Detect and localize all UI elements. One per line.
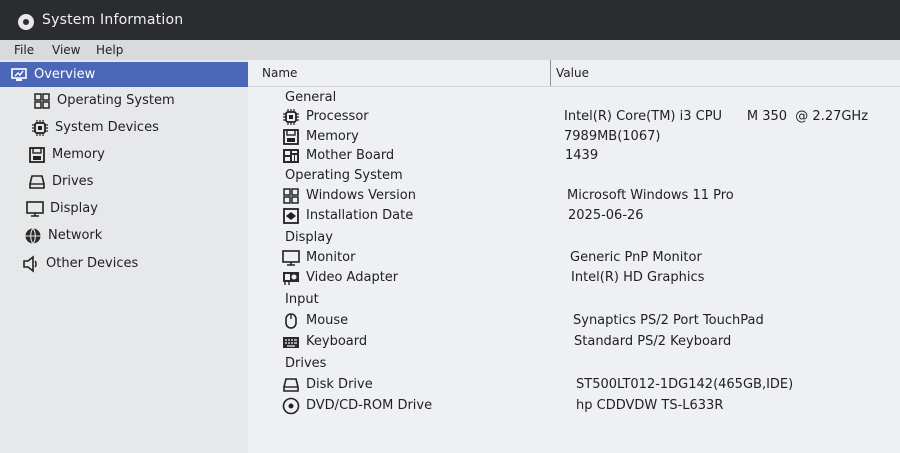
disk-drive-icon [282, 376, 300, 394]
group-label: Operating System [285, 168, 403, 183]
row-value: 1439 [565, 148, 599, 163]
window-title: System Information [42, 12, 184, 28]
sidebar-item-memory[interactable]: Memory [0, 142, 248, 167]
column-header-name[interactable]: Name [262, 66, 297, 80]
sidebar-item-overview[interactable]: Overview [0, 62, 248, 87]
row-value: Standard PS/2 Keyboard [574, 334, 732, 349]
sidebar-item-system-devices[interactable]: System Devices [0, 115, 248, 140]
row-value: 2025-06-26 [568, 208, 644, 223]
monitor-icon [282, 249, 300, 267]
group-header: Drives [248, 354, 900, 374]
row-value: ST500LT012-1DG142(465GB,IDE) [576, 377, 794, 392]
group-label: General [285, 90, 337, 105]
globe-icon [24, 227, 42, 245]
row-value: Microsoft Windows 11 Pro [567, 188, 734, 203]
group-header: Input [248, 290, 900, 310]
installer-icon [282, 207, 300, 225]
sidebar-item-label: Operating System [57, 93, 175, 108]
menu-view[interactable]: View [52, 43, 80, 57]
drive-icon [28, 173, 46, 191]
menu-bar: File View Help [0, 40, 900, 60]
row-label: Keyboard [306, 334, 368, 349]
row-label: Installation Date [306, 208, 414, 223]
sidebar-item-label: Display [50, 201, 98, 216]
table-row[interactable]: Monitor Generic PnP Monitor [248, 248, 900, 268]
row-value: hp CDDVDW TS-L633R [576, 398, 724, 413]
sidebar-item-other-devices[interactable]: Other Devices [0, 251, 248, 276]
table-row[interactable]: DVD/CD-ROM Drive hp CDDVDW TS-L633R [248, 396, 900, 416]
monitor-chart-icon [10, 66, 28, 84]
row-label: Monitor [306, 250, 356, 265]
row-label: Windows Version [306, 188, 416, 203]
row-value: Generic PnP Monitor [570, 250, 702, 265]
row-label: Mouse [306, 313, 349, 328]
row-label: Video Adapter [306, 270, 399, 285]
sidebar-item-operating-system[interactable]: Operating System [0, 88, 248, 113]
row-value: Intel(R) HD Graphics [571, 270, 705, 285]
cd-rom-icon [282, 397, 300, 415]
sidebar-item-drives[interactable]: Drives [0, 169, 248, 194]
app-icon [18, 14, 34, 30]
row-value: Synaptics PS/2 Port TouchPad [573, 313, 764, 328]
row-value: Intel(R) Core(TM) i3 CPU M 350 @ 2.27GHz [564, 109, 869, 124]
motherboard-icon [282, 147, 300, 165]
chip-icon [282, 108, 300, 126]
group-label: Input [285, 292, 319, 307]
column-header-value[interactable]: Value [556, 66, 589, 80]
row-label: Disk Drive [306, 377, 373, 392]
group-header: Operating System [248, 166, 900, 186]
table-row[interactable]: Video Adapter Intel(R) HD Graphics [248, 268, 900, 288]
sidebar-item-label: Memory [52, 147, 105, 162]
row-label: Processor [306, 109, 369, 124]
windows-logo-icon [33, 92, 51, 110]
sidebar-item-display[interactable]: Display [0, 196, 248, 221]
display-icon [26, 200, 44, 218]
title-bar: System Information [0, 0, 900, 40]
table-header: Name Value [248, 60, 900, 87]
group-label: Drives [285, 356, 327, 371]
row-label: Mother Board [306, 148, 395, 163]
speaker-icon [22, 254, 40, 273]
video-adapter-icon [282, 269, 300, 287]
memory-icon [28, 146, 46, 164]
column-divider[interactable] [550, 60, 551, 86]
table-row[interactable]: Disk Drive ST500LT012-1DG142(465GB,IDE) [248, 375, 900, 395]
windows-logo-icon [282, 187, 300, 205]
row-label: Memory [306, 129, 359, 144]
table-row[interactable]: Mother Board 1439 [248, 146, 900, 166]
group-header: Display [248, 228, 900, 248]
sidebar-item-label: System Devices [55, 120, 159, 135]
sidebar: Overview Operating System System Devices… [0, 60, 248, 453]
table-row[interactable]: Memory 7989MB(1067) [248, 127, 900, 147]
table-row[interactable]: Keyboard Standard PS/2 Keyboard [248, 332, 900, 352]
sidebar-item-label: Other Devices [46, 256, 139, 271]
table-row[interactable]: Windows Version Microsoft Windows 11 Pro [248, 186, 900, 206]
keyboard-icon [282, 333, 300, 351]
group-label: Display [285, 230, 333, 245]
sidebar-item-label: Overview [34, 67, 96, 82]
menu-help[interactable]: Help [96, 43, 123, 57]
group-header: General [248, 88, 900, 108]
table-row[interactable]: Mouse Synaptics PS/2 Port TouchPad [248, 311, 900, 331]
sidebar-item-network[interactable]: Network [0, 223, 248, 248]
sidebar-item-label: Drives [52, 174, 94, 189]
table-row[interactable]: Processor Intel(R) Core(TM) i3 CPU M 350… [248, 107, 900, 127]
menu-file[interactable]: File [14, 43, 34, 57]
chip-icon [31, 119, 49, 137]
row-value: 7989MB(1067) [564, 129, 661, 144]
memory-icon [282, 128, 300, 146]
sidebar-item-label: Network [48, 228, 103, 243]
mouse-icon [282, 312, 300, 330]
row-label: DVD/CD-ROM Drive [306, 398, 433, 413]
details-table: Name Value General Processor Intel(R) Co… [248, 60, 900, 453]
table-row[interactable]: Installation Date 2025-06-26 [248, 206, 900, 226]
